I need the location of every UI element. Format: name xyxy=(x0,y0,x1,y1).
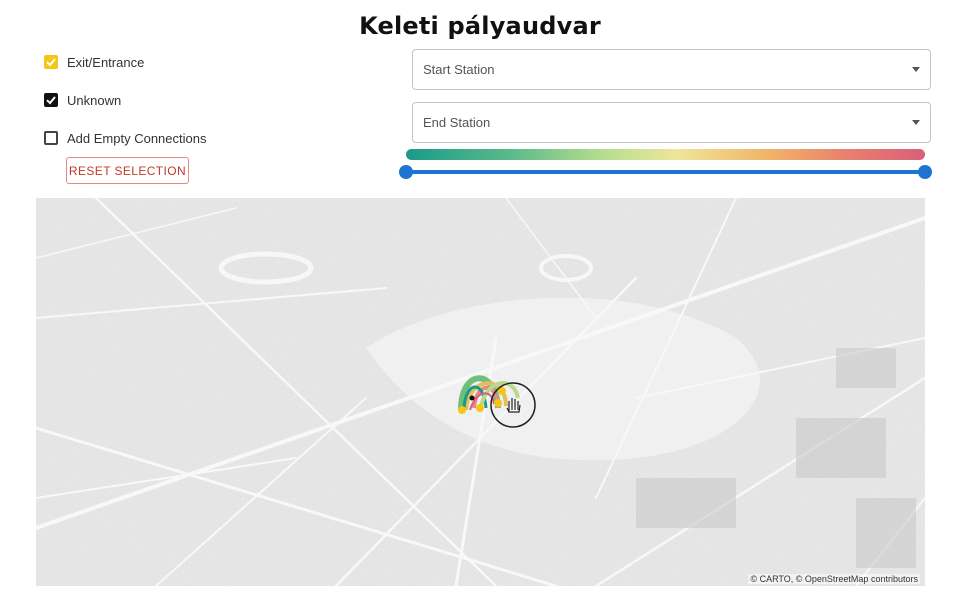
start-station-select[interactable]: Start Station xyxy=(412,49,931,90)
checkbox-unknown[interactable] xyxy=(44,93,58,107)
checkbox-exit-entrance[interactable] xyxy=(44,55,58,69)
check-icon xyxy=(46,96,56,105)
range-slider-thumb-high[interactable] xyxy=(918,165,932,179)
range-slider-track[interactable] xyxy=(406,170,925,174)
unknown-filter[interactable]: Unknown xyxy=(44,90,121,110)
map-basemap xyxy=(36,198,925,586)
empty-connections-filter[interactable]: Add Empty Connections xyxy=(44,128,206,148)
start-station-placeholder: Start Station xyxy=(423,62,495,77)
unknown-label: Unknown xyxy=(67,92,122,108)
reset-selection-button[interactable]: RESET SELECTION xyxy=(66,157,189,184)
checkbox-empty-connections[interactable] xyxy=(44,131,58,145)
color-scale-bar xyxy=(406,149,925,160)
end-station-select[interactable]: End Station xyxy=(412,102,931,143)
osm-link[interactable]: OpenStreetMap xyxy=(805,574,869,584)
page-title: Keleti pályaudvar xyxy=(359,12,601,40)
chevron-down-icon xyxy=(912,120,920,125)
range-slider-thumb-low[interactable] xyxy=(399,165,413,179)
map-attribution: © CARTO, © OpenStreetMap contributors xyxy=(748,574,920,584)
check-icon xyxy=(46,58,56,67)
empty-connections-label: Add Empty Connections xyxy=(67,130,207,146)
map-view[interactable]: © CARTO, © OpenStreetMap contributors xyxy=(36,198,925,586)
chevron-down-icon xyxy=(912,67,920,72)
exit-entrance-label: Exit/Entrance xyxy=(67,54,145,70)
exit-entrance-filter[interactable]: Exit/Entrance xyxy=(44,52,144,72)
end-station-placeholder: End Station xyxy=(423,115,491,130)
